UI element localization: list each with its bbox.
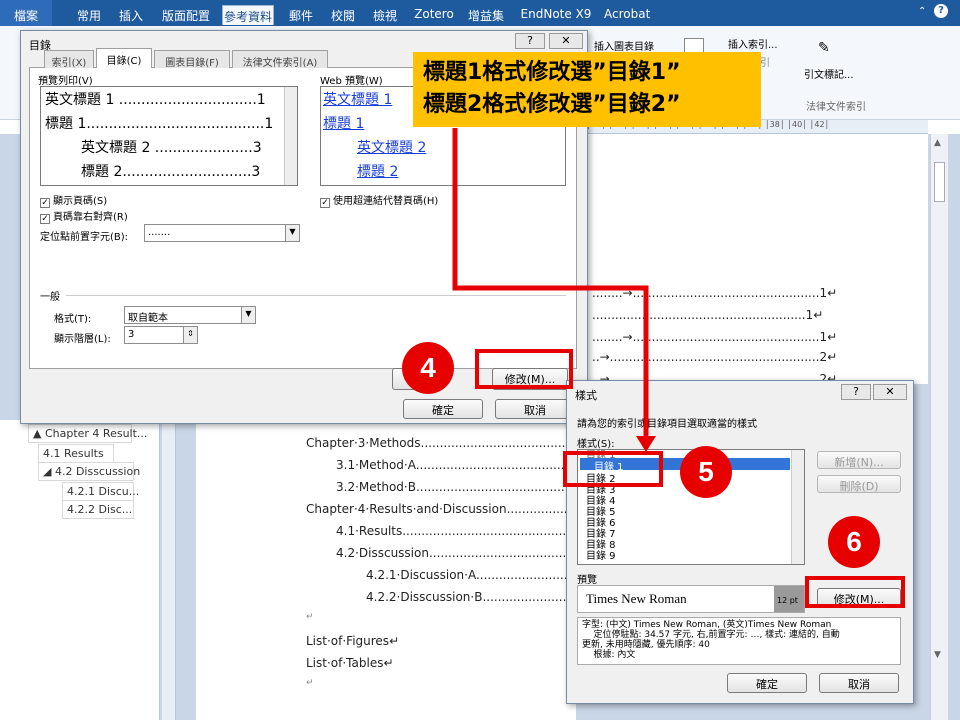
highlight-box-step5 [563,451,663,487]
step-6-badge: 6 [828,516,880,568]
step-5-badge: 5 [680,446,732,498]
highlight-box-step4 [475,349,573,389]
highlight-box-step6 [805,576,905,608]
step-4-badge: 4 [402,342,454,394]
